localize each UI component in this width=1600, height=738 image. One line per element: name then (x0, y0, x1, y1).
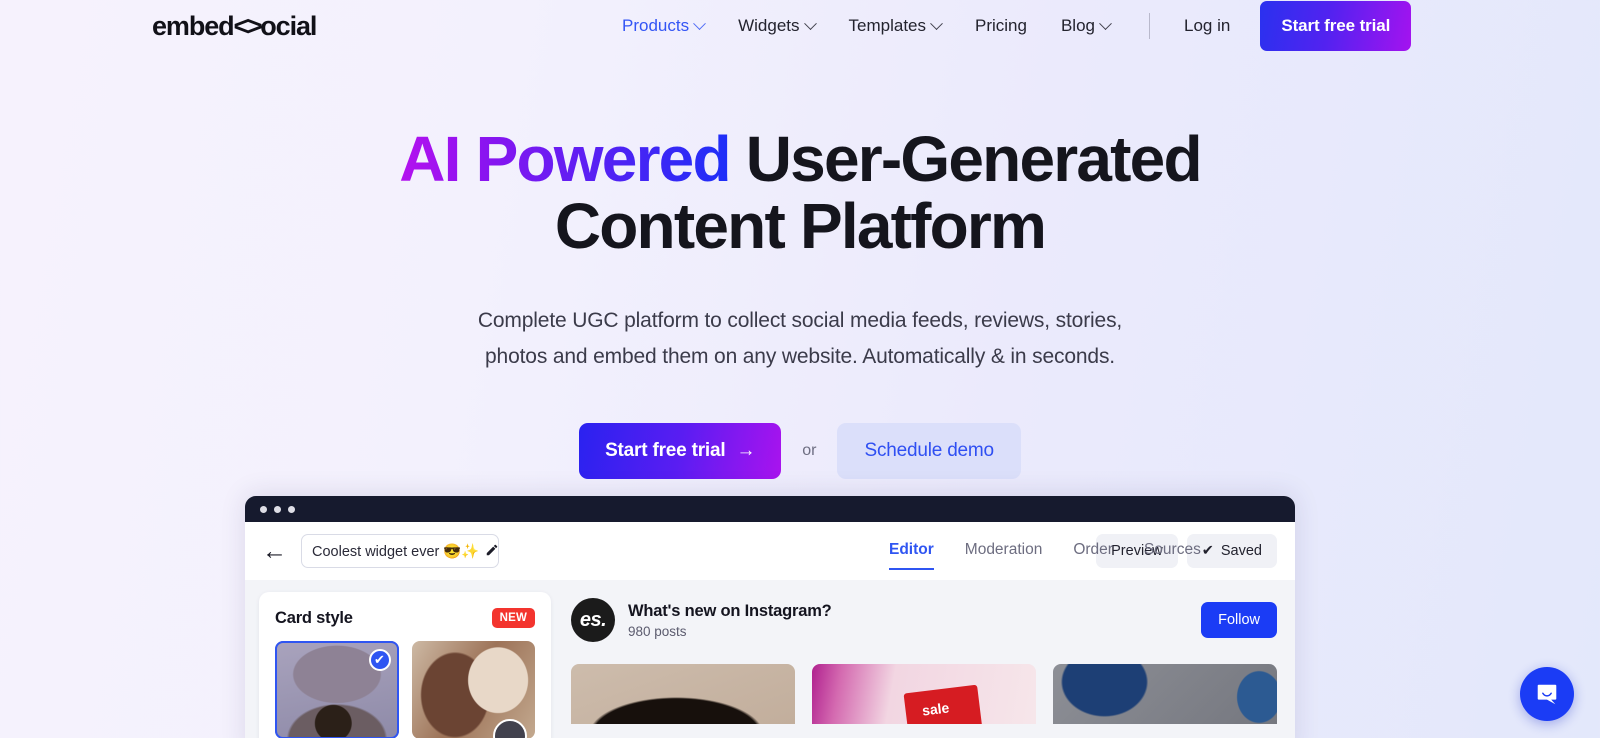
nav-item-templates-label: Templates (848, 16, 926, 35)
headline-line-2: Content Platform (554, 189, 1047, 262)
nav-item-widgets-label: Widgets (738, 16, 800, 35)
editor-toolbar: ← Coolest widget ever 😎✨ Editor Moderati… (245, 522, 1295, 580)
nav-item-pricing[interactable]: Pricing (958, 16, 1044, 36)
start-free-trial-button-nav[interactable]: Start free trial (1260, 1, 1412, 51)
avatar: es. (571, 598, 615, 642)
post-thumbnail-2[interactable]: sale (812, 664, 1036, 724)
pencil-edit-icon[interactable] (485, 543, 499, 560)
editor-body: Card style NEW ✔ es. What's new on Insta… (245, 580, 1295, 738)
chevron-down-icon (930, 16, 943, 30)
window-close-dot-icon (260, 505, 267, 513)
post-thumbnail-1[interactable] (571, 664, 795, 724)
check-icon: ✔ (368, 649, 391, 671)
window-minimize-dot-icon (274, 505, 281, 513)
app-mockup-window: ← Coolest widget ever 😎✨ Editor Moderati… (245, 496, 1295, 738)
or-separator-label: or (802, 442, 817, 460)
chat-bubble-glyph (1537, 684, 1557, 705)
top-navigation-bar: embed <> ocial Products Widgets Templates … (0, 0, 1600, 52)
tab-editor[interactable]: Editor (889, 541, 934, 570)
feed-header-text: What's new on Instagram? 980 posts (628, 602, 832, 639)
tab-moderation[interactable]: Moderation (965, 541, 1043, 561)
post-thumbnail-3[interactable] (1053, 664, 1277, 724)
embedsocial-logo[interactable]: embed <> ocial (152, 10, 317, 42)
page-title: AI Powered User-Generated Content Platfo… (0, 126, 1600, 259)
start-free-trial-label: Start free trial (605, 440, 726, 462)
logo-chevron-icon: <> (233, 10, 263, 41)
check-icon: ✔ (1201, 543, 1214, 559)
saved-label: Saved (1220, 543, 1262, 559)
feed-post-count: 980 posts (628, 623, 687, 639)
card-style-option-1[interactable]: ✔ (275, 641, 399, 738)
tab-order[interactable]: Order (1073, 541, 1113, 561)
widget-title-value: Coolest widget ever 😎✨ (312, 543, 480, 560)
card-style-panel-header: Card style NEW (275, 608, 535, 628)
hero-cta-row: Start free trial → or Schedule demo (0, 423, 1600, 480)
logo-text-part1: embed (152, 10, 235, 41)
hero-subtitle-line-2: photos and embed them on any website. Au… (485, 345, 1115, 369)
chevron-down-icon (803, 16, 817, 30)
main-menu: Products Widgets Templates Pricing Blog … (605, 0, 1412, 52)
hero-subtitle-line-1: Complete UGC platform to collect social … (477, 309, 1123, 333)
headline-rest: User-Generated (729, 123, 1203, 195)
post-grid: sale (567, 664, 1281, 724)
nav-divider (1149, 13, 1150, 39)
hero-section: AI Powered User-Generated Content Platfo… (0, 126, 1600, 480)
headline-highlight: AI Powered (399, 123, 731, 195)
chat-bubble-icon[interactable] (1520, 667, 1574, 721)
card-style-options: ✔ (275, 641, 535, 738)
login-link[interactable]: Log in (1168, 16, 1246, 36)
nav-item-widgets[interactable]: Widgets (721, 16, 831, 36)
window-maximize-dot-icon (288, 505, 295, 513)
back-arrow-icon[interactable]: ← (262, 538, 287, 564)
card-style-option-2[interactable] (411, 641, 535, 738)
tab-sources[interactable]: Sources (1144, 541, 1201, 561)
start-free-trial-button-hero[interactable]: Start free trial → (579, 423, 782, 480)
feed-title: What's new on Instagram? (628, 601, 832, 620)
feed-header: es. What's new on Instagram? 980 posts F… (567, 592, 1281, 642)
follow-button[interactable]: Follow (1201, 602, 1277, 638)
mockup-title-bar (245, 496, 1295, 522)
avatar (493, 719, 527, 738)
nav-item-products-label: Products (622, 16, 690, 35)
schedule-demo-button[interactable]: Schedule demo (837, 423, 1021, 480)
card-style-panel: Card style NEW ✔ (259, 592, 551, 738)
arrow-right-icon: → (736, 440, 756, 462)
editor-tabs: Editor Moderation Order Sources (889, 522, 1201, 580)
nav-item-templates[interactable]: Templates (832, 16, 958, 36)
widget-title-input[interactable]: Coolest widget ever 😎✨ (301, 534, 499, 568)
nav-item-blog-label: Blog (1060, 16, 1095, 35)
logo-text-part2: ocial (260, 10, 317, 41)
nav-item-products[interactable]: Products (605, 16, 721, 36)
new-badge: NEW (491, 608, 535, 628)
nav-item-blog[interactable]: Blog (1044, 16, 1127, 36)
chevron-down-icon (1099, 16, 1112, 30)
sale-label: sale (920, 699, 950, 719)
card-style-title: Card style (275, 608, 353, 627)
hero-subtitle: Complete UGC platform to collect social … (0, 303, 1600, 375)
feed-preview: es. What's new on Instagram? 980 posts F… (567, 592, 1281, 738)
nav-item-pricing-label: Pricing (975, 16, 1027, 35)
chevron-down-icon (693, 16, 706, 30)
